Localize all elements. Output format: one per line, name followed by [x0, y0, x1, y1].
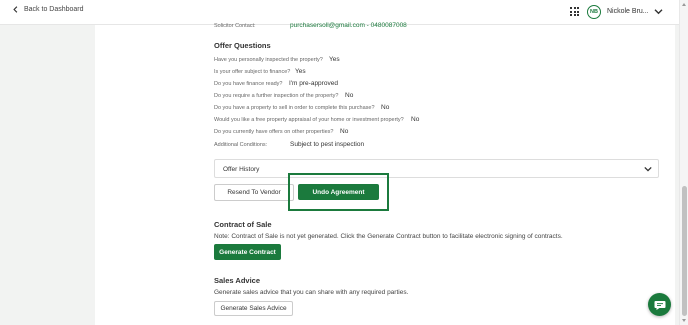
chevron-left-icon — [13, 6, 18, 13]
back-label: Back to Dashboard — [24, 6, 84, 13]
question-answer: I'm pre-approved — [289, 80, 338, 87]
question-label: Do you have a property to sell in order … — [214, 105, 375, 111]
generate-sales-advice-button[interactable]: Generate Sales Advice — [214, 301, 293, 316]
question-answer: No — [411, 116, 420, 123]
apps-grid-icon[interactable] — [570, 7, 579, 16]
offer-history-accordion[interactable]: Offer History — [214, 159, 659, 178]
question-label: Have you personally inspected the proper… — [214, 57, 323, 63]
question-answer: Yes — [329, 56, 340, 63]
scroll-down-arrow-icon[interactable] — [682, 319, 686, 322]
resend-to-vendor-button[interactable]: Resend To Vendor — [214, 184, 294, 201]
generate-contract-button[interactable]: Generate Contract — [214, 244, 281, 260]
question-answer: No — [381, 104, 390, 111]
question-label: Is your offer subject to finance? — [214, 69, 291, 75]
question-answer: Yes — [295, 68, 306, 75]
question-label: Do you have finance ready? — [214, 81, 283, 87]
offer-history-label: Offer History — [223, 166, 260, 173]
question-label: Do you currently have offers on other pr… — [214, 129, 334, 135]
solicitor-contact-value[interactable]: purchasersoll@gmail.com - 0480087008 — [290, 22, 407, 29]
chat-bubble-icon — [654, 300, 665, 310]
chat-button[interactable] — [648, 293, 671, 316]
avatar[interactable]: NB — [587, 5, 601, 19]
sales-advice-description: Generate sales advice that you can share… — [214, 289, 409, 296]
user-name[interactable]: Nickole Bru... — [607, 8, 649, 15]
offer-questions-heading: Offer Questions — [214, 41, 271, 50]
contract-of-sale-heading: Contract of Sale — [214, 220, 272, 229]
undo-agreement-button[interactable]: Undo Agreement — [298, 184, 379, 200]
chevron-down-icon[interactable] — [654, 8, 663, 15]
chevron-down-icon — [644, 166, 652, 172]
back-to-dashboard-link[interactable]: Back to Dashboard — [12, 6, 84, 13]
scroll-up-arrow-icon[interactable] — [682, 3, 686, 6]
question-label: Additional Conditions: — [214, 142, 268, 148]
question-answer: No — [340, 128, 349, 135]
scrollbar[interactable] — [679, 0, 688, 325]
contract-note: Note: Contract of Sale is not yet genera… — [214, 233, 563, 240]
sales-advice-heading: Sales Advice — [214, 276, 260, 285]
question-answer: Subject to pest inspection — [290, 141, 365, 148]
question-answer: No — [345, 92, 354, 99]
question-label: Do you require a further inspection of t… — [214, 93, 339, 99]
question-label: Would you like a free property appraisal… — [214, 117, 404, 123]
solicitor-contact-label: Solicitor Contact: — [214, 23, 256, 29]
scrollbar-thumb[interactable] — [682, 186, 687, 316]
